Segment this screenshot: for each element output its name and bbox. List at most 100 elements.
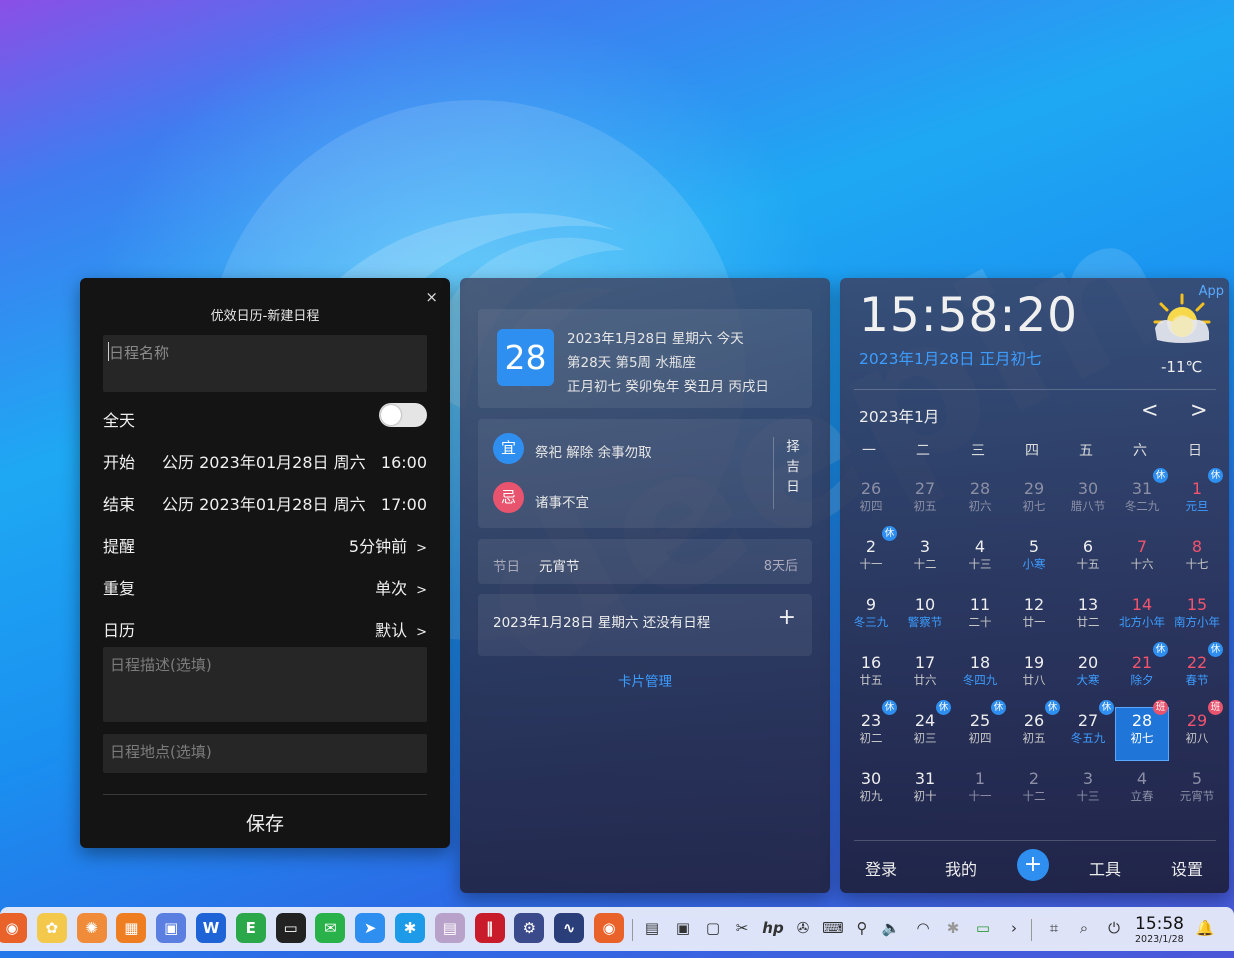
clipboard-icon[interactable]: ▤ [434,913,465,943]
start-row[interactable]: 开始 公历 2023年01月28日 周六 16:00 [103,449,427,473]
calendar-day[interactable]: 15 南方小年 [1171,592,1223,644]
calendar-day[interactable]: 2 十一休 [845,526,897,586]
end-value[interactable]: 公历 2023年01月28日 周六 17:00 [162,491,427,515]
settings-gear-icon[interactable]: ⚙ [514,913,545,943]
system-monitor-icon[interactable]: ∿ [554,913,585,943]
calendar-day[interactable]: 29 初七 [1008,476,1060,528]
battery-icon[interactable]: ▭ [972,917,994,939]
evernote-icon[interactable]: E [235,913,266,943]
calendar-day[interactable]: 19 廿八 [1008,650,1060,702]
calendar-day-selected[interactable]: 28 初七班 [1115,700,1169,761]
clock-date[interactable]: 2023年1月28日 正月初七 [859,347,1041,369]
crop-screenshot-icon[interactable]: ⌗ [1043,917,1065,939]
save-button[interactable]: 保存 [80,809,450,836]
calendar-value-wrap[interactable]: 默认 > [375,617,427,641]
allday-toggle[interactable] [379,403,427,427]
calendar-day[interactable]: 22 春节休 [1171,642,1223,702]
tools-button[interactable]: 工具 [1089,856,1121,880]
event-name-input[interactable]: 日程名称 [103,335,427,392]
calendar-day[interactable]: 30 初九 [845,766,897,818]
calendar-day[interactable]: 3 十三 [1062,766,1114,818]
calendar-day[interactable]: 9 冬三九 [845,592,897,644]
calendar-day[interactable]: 14 北方小年 [1116,592,1168,644]
remind-value-wrap[interactable]: 5分钟前 > [349,533,427,557]
network-ball-icon[interactable]: ✇ [792,917,814,939]
calendar-day[interactable]: 5 元宵节 [1171,766,1223,818]
calendar-day[interactable]: 6 十五 [1062,534,1114,586]
calendar-day[interactable]: 5 小寒 [1008,534,1060,586]
repeat-value-wrap[interactable]: 单次 > [375,575,427,599]
firefox-2-icon[interactable]: ◉ [594,913,624,943]
calendar-day[interactable]: 27 初五 [899,476,951,528]
deepin-red-icon[interactable]: ‖ [474,913,505,943]
usb-icon[interactable]: ⚲ [851,917,873,939]
calendar-day[interactable]: 29 初八班 [1171,700,1223,760]
chevron-right-icon[interactable]: › [1003,917,1025,939]
calendar-day[interactable]: 27 冬五九休 [1062,700,1114,760]
screenshot-tray-icon[interactable]: ▢ [702,917,724,939]
calendar-day[interactable]: 12 廿一 [1008,592,1060,644]
calendar-day[interactable]: 10 警察节 [899,592,951,644]
login-button[interactable]: 登录 [865,856,897,880]
wechat-icon[interactable]: ✉ [315,913,346,943]
calendar-app-icon[interactable]: ✿ [36,913,67,943]
prev-month-button[interactable]: < [1141,398,1159,422]
calendar-day[interactable]: 8 十七 [1171,534,1223,586]
add-event-button[interactable]: + [1017,849,1049,881]
pinwheel-icon[interactable]: ✺ [76,913,107,943]
calendar-day[interactable]: 21 除夕休 [1116,642,1168,702]
keyboard-icon[interactable]: ⌨ [822,917,844,939]
calendar-day[interactable]: 3 十二 [899,534,951,586]
event-location-input[interactable]: 日程地点(选填) [103,734,427,773]
calendar-day[interactable]: 26 初四 [845,476,897,528]
star-app-icon[interactable]: ✱ [395,913,425,943]
scissors-icon[interactable]: ✂ [731,917,753,939]
calendar-day[interactable]: 7 十六 [1116,534,1168,586]
calendar-day[interactable]: 2 十二 [1008,766,1060,818]
hp-printer-icon[interactable]: hp [762,917,784,939]
calendar-day[interactable]: 31 初十 [899,766,951,818]
notification-bell-icon[interactable]: 🔔 [1194,917,1216,939]
wps-icon[interactable]: W [196,913,226,943]
calendar-day[interactable]: 18 冬四九 [954,650,1006,702]
close-button[interactable]: × [425,288,438,306]
add-schedule-button[interactable]: + [778,605,796,630]
calendar-day[interactable]: 4 立春 [1116,766,1168,818]
terminal-tray-icon[interactable]: ▣ [672,917,694,939]
mine-button[interactable]: 我的 [945,856,977,880]
feishu-icon[interactable]: ➤ [355,913,386,943]
firefox-icon[interactable]: ◉ [0,913,27,943]
launcher-grid-icon[interactable]: ▣ [156,913,187,943]
auspicious-day-button[interactable]: 择 吉 日 [773,437,812,509]
event-description-input[interactable]: 日程描述(选填) [103,647,427,722]
calendar-day[interactable]: 13 廿二 [1062,592,1114,644]
calendar-day[interactable]: 28 初六 [954,476,1006,528]
calendar-day[interactable]: 1 十一 [954,766,1006,818]
calendar-day[interactable]: 25 初四休 [954,700,1006,760]
remind-row[interactable]: 提醒 5分钟前 > [103,533,427,557]
volume-icon[interactable]: 🔈 [880,917,902,939]
calendar-day[interactable]: 30 腊八节 [1062,476,1114,528]
tray-clock-time[interactable]: 15:58 [1135,914,1184,934]
calendar-day[interactable]: 26 初五休 [1008,700,1060,760]
wifi-icon[interactable]: ◠ [912,917,934,939]
calendar-day[interactable]: 11 二十 [954,592,1006,644]
store-icon[interactable]: ▦ [116,913,147,943]
calendar-row[interactable]: 日历 默认 > [103,617,427,641]
calendar-day[interactable]: 20 大寒 [1062,650,1114,702]
power-icon[interactable]: ⏻ [1103,917,1125,939]
search-icon[interactable]: ⌕ [1073,917,1095,939]
calendar-day[interactable]: 24 初三休 [899,700,951,760]
terminal-icon[interactable]: ▭ [275,913,306,943]
calendar-day[interactable]: 17 廿六 [899,650,951,702]
next-month-button[interactable]: > [1190,398,1208,422]
calendar-day[interactable]: 16 廿五 [845,650,897,702]
calendar-day[interactable]: 1 元旦休 [1171,468,1223,528]
festival-card[interactable]: 节日 元宵节 8天后 [478,539,812,584]
end-row[interactable]: 结束 公历 2023年01月28日 周六 17:00 [103,491,427,515]
settings-button[interactable]: 设置 [1171,856,1203,880]
notes-tray-icon[interactable]: ▤ [641,917,663,939]
tray-clock-date[interactable]: 2023/1/28 [1135,934,1184,945]
repeat-row[interactable]: 重复 单次 > [103,575,427,599]
calendar-day[interactable]: 4 十三 [954,534,1006,586]
